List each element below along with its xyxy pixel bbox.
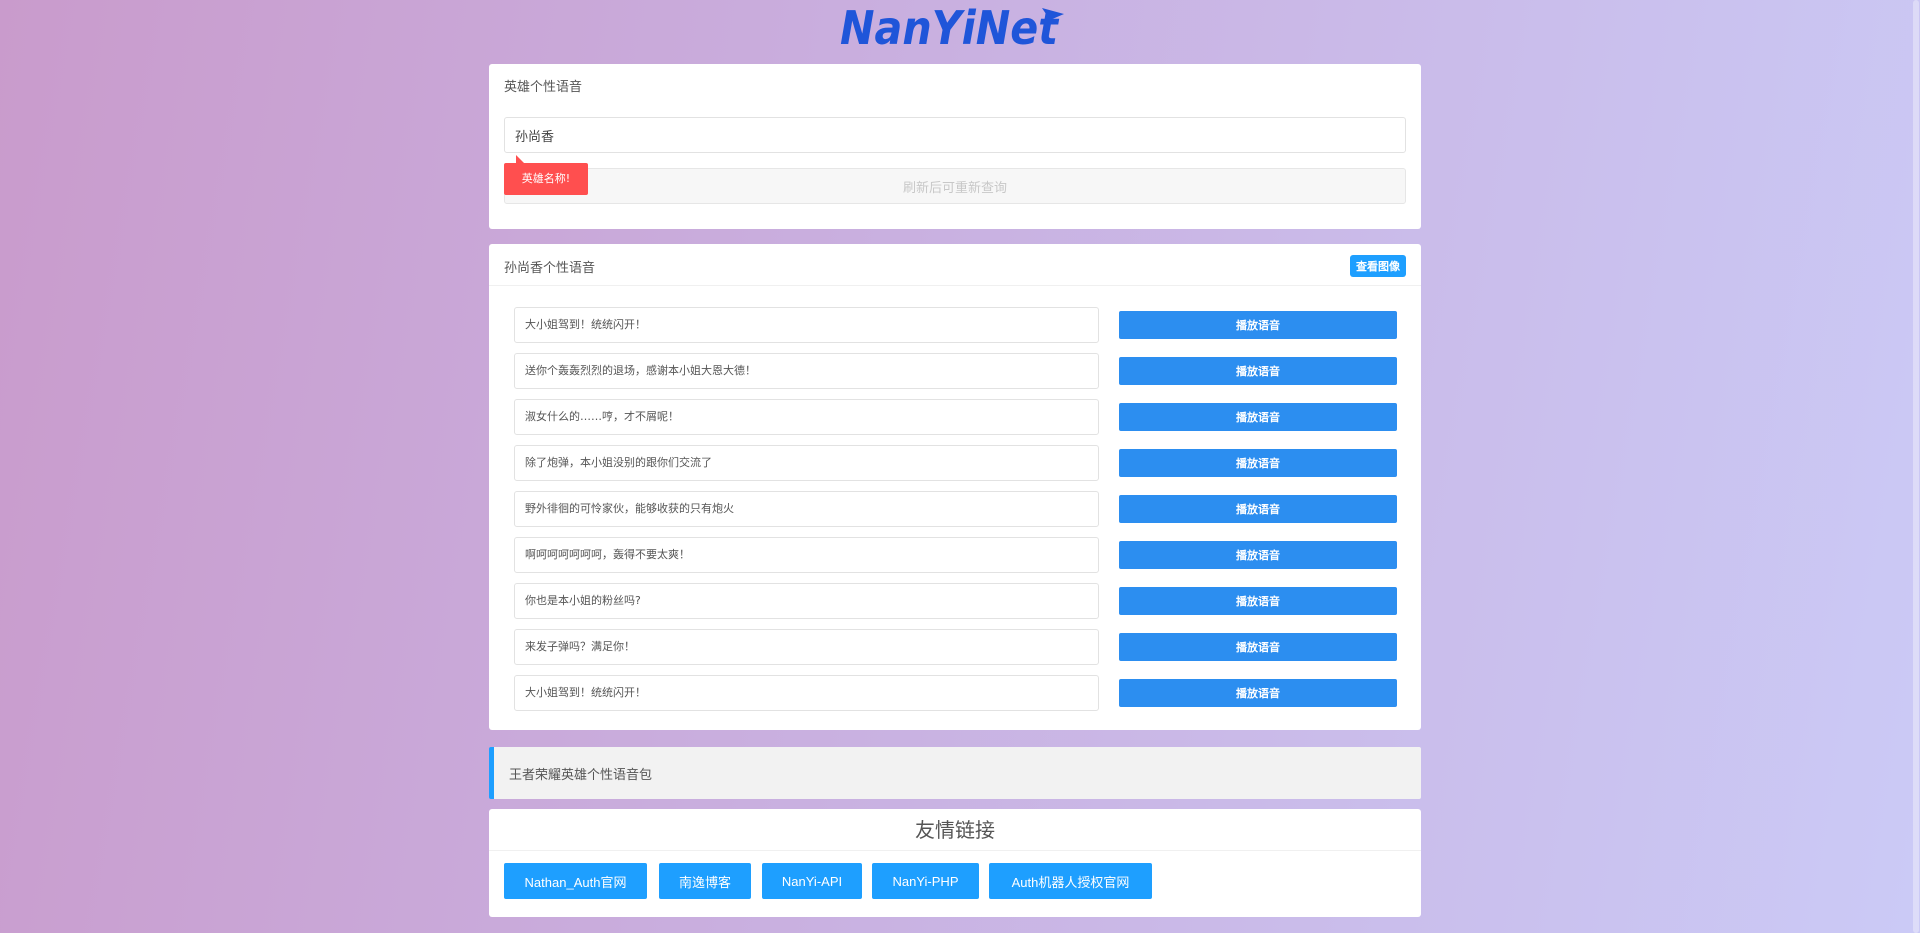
search-card-title: 英雄个性语音 bbox=[504, 80, 583, 95]
voice-text: 淑女什么的……哼，才不屑呢！ bbox=[514, 399, 1099, 435]
link-nanyi-php[interactable]: NanYi-PHP bbox=[872, 863, 979, 899]
voice-text: 送你个轰轰烈烈的退场，感谢本小姐大恩大德！ bbox=[514, 353, 1099, 389]
logo-graphic: NanYiNet bbox=[840, 1, 1064, 52]
hero-name-input[interactable] bbox=[504, 117, 1406, 153]
link-nathan-auth[interactable]: Nathan_Auth官网 bbox=[504, 863, 647, 899]
voice-row: 啊呵呵呵呵呵呵，轰得不要太爽！ 播放语音 bbox=[514, 537, 1397, 573]
voice-row: 送你个轰轰烈烈的退场，感谢本小姐大恩大德！ 播放语音 bbox=[514, 353, 1397, 389]
voice-row: 你也是本小姐的粉丝吗? 播放语音 bbox=[514, 583, 1397, 619]
query-button[interactable]: 刷新后可重新查询 bbox=[504, 168, 1406, 204]
play-voice-button[interactable]: 播放语音 bbox=[1119, 403, 1397, 431]
play-voice-button[interactable]: 播放语音 bbox=[1119, 311, 1397, 339]
friend-links-card: 友情链接 Nathan_Auth官网 南逸博客 NanYi-API NanYi-… bbox=[489, 809, 1421, 917]
voice-text: 野外徘徊的可怜家伙，能够收获的只有炮火 bbox=[514, 491, 1099, 527]
logo-text: NanYiNet bbox=[840, 1, 1060, 52]
voice-text: 你也是本小姐的粉丝吗? bbox=[514, 583, 1099, 619]
voice-row: 大小姐驾到！统统闪开！ 播放语音 bbox=[514, 307, 1397, 343]
voice-text: 啊呵呵呵呵呵呵，轰得不要太爽！ bbox=[514, 537, 1099, 573]
scrollbar-thumb[interactable] bbox=[1913, 0, 1919, 933]
view-image-button[interactable]: 查看图像 bbox=[1350, 255, 1406, 277]
voice-pack-banner: 王者荣耀英雄个性语音包 bbox=[489, 747, 1421, 799]
voice-text: 大小姐驾到！统统闪开！ bbox=[514, 307, 1099, 343]
friend-links-title: 友情链接 bbox=[489, 809, 1421, 851]
play-voice-button[interactable]: 播放语音 bbox=[1119, 633, 1397, 661]
banner-text: 王者荣耀英雄个性语音包 bbox=[509, 768, 653, 783]
page-scrollbar[interactable] bbox=[1912, 0, 1920, 933]
voice-text: 除了炮弹，本小姐没别的跟你们交流了 bbox=[514, 445, 1099, 481]
hero-name-tooltip: 英雄名称! bbox=[504, 155, 588, 195]
play-voice-button[interactable]: 播放语音 bbox=[1119, 541, 1397, 569]
play-voice-button[interactable]: 播放语音 bbox=[1119, 679, 1397, 707]
hero-search-card: 英雄个性语音 英雄名称! 刷新后可重新查询 bbox=[489, 64, 1421, 229]
play-voice-button[interactable]: 播放语音 bbox=[1119, 357, 1397, 385]
voices-card: 孙尚香个性语音 查看图像 大小姐驾到！统统闪开！ 播放语音 送你个轰轰烈烈的退场… bbox=[489, 244, 1421, 730]
play-voice-button[interactable]: 播放语音 bbox=[1119, 587, 1397, 615]
site-logo: NanYiNet bbox=[838, 0, 1074, 52]
voice-row: 除了炮弹，本小姐没别的跟你们交流了 播放语音 bbox=[514, 445, 1397, 481]
link-auth-robot[interactable]: Auth机器人授权官网 bbox=[989, 863, 1152, 899]
link-nanyi-api[interactable]: NanYi-API bbox=[762, 863, 862, 899]
voice-row: 野外徘徊的可怜家伙，能够收获的只有炮火 播放语音 bbox=[514, 491, 1397, 527]
play-voice-button[interactable]: 播放语音 bbox=[1119, 495, 1397, 523]
voice-row: 大小姐驾到！统统闪开！ 播放语音 bbox=[514, 675, 1397, 711]
voices-card-title: 孙尚香个性语音 bbox=[504, 261, 596, 276]
voice-row: 淑女什么的……哼，才不屑呢！ 播放语音 bbox=[514, 399, 1397, 435]
voices-card-header: 孙尚香个性语音 查看图像 bbox=[489, 244, 1421, 286]
link-nanyi-blog[interactable]: 南逸博客 bbox=[659, 863, 751, 899]
voice-row: 来发子弹吗？满足你！ 播放语音 bbox=[514, 629, 1397, 665]
voice-text: 大小姐驾到！统统闪开！ bbox=[514, 675, 1099, 711]
play-voice-button[interactable]: 播放语音 bbox=[1119, 449, 1397, 477]
voice-text: 来发子弹吗？满足你！ bbox=[514, 629, 1099, 665]
